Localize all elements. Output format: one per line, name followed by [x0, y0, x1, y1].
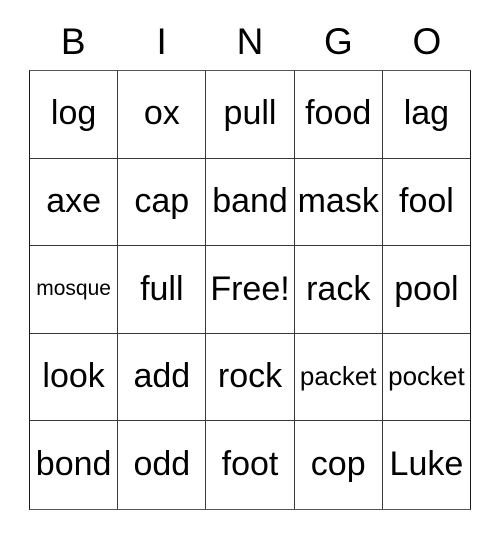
bingo-cell-r5-c3[interactable]: foot	[206, 421, 295, 509]
bingo-cell-label: ox	[143, 94, 180, 133]
bingo-cell-r4-c5[interactable]: pocket	[382, 333, 471, 422]
bingo-cell-label: odd	[133, 445, 191, 484]
bingo-cell-label: band	[212, 182, 288, 221]
bingo-cell-r1-c4[interactable]: food	[294, 71, 383, 159]
bingo-header-letter-i: I	[156, 20, 167, 62]
bingo-cell-r2-c1[interactable]: axe	[30, 158, 119, 247]
bingo-cell-label: packet	[299, 361, 377, 392]
bingo-cell-label: look	[42, 357, 105, 396]
bingo-cell-r5-c1[interactable]: bond	[30, 421, 119, 509]
bingo-cell-label: Free!	[210, 269, 290, 308]
bingo-header-letter-g: G	[324, 20, 353, 62]
bingo-card: B I N G O log ox pull food lag axe cap band mask fool…	[29, 12, 471, 510]
bingo-row: log ox pull food lag	[30, 71, 471, 159]
bingo-cell-label: full	[140, 269, 184, 308]
bingo-cell-label: cap	[134, 182, 190, 221]
bingo-grid: log ox pull food lag axe cap band mask fool mosque…	[29, 70, 471, 510]
bingo-cell-r1-c1[interactable]: log	[30, 71, 119, 159]
bingo-header-letter-n: N	[236, 20, 264, 62]
bingo-cell-label: axe	[46, 182, 102, 221]
bingo-cell-r3-c1[interactable]: mosque	[30, 246, 119, 334]
bingo-cell-r4-c2[interactable]: add	[118, 333, 207, 422]
bingo-cell-label: food	[305, 94, 372, 133]
bingo-cell-label: pull	[223, 94, 277, 133]
bingo-cell-label: fool	[399, 182, 454, 221]
bingo-cell-label: lag	[403, 94, 450, 133]
bingo-cell-label: pool	[394, 269, 459, 308]
bingo-cell-r5-c2[interactable]: odd	[118, 421, 207, 509]
bingo-cell-r1-c3[interactable]: pull	[206, 71, 295, 159]
bingo-free-space-cell[interactable]: Free!	[206, 246, 295, 334]
bingo-cell-r2-c5[interactable]: fool	[382, 158, 471, 247]
bingo-cell-r3-c2[interactable]: full	[118, 246, 207, 334]
bingo-header-letter-o: O	[412, 20, 442, 62]
bingo-row: bond odd foot cop Luke	[30, 421, 471, 509]
bingo-cell-r4-c1[interactable]: look	[30, 333, 119, 422]
bingo-cell-r4-c3[interactable]: rock	[206, 333, 295, 422]
bingo-cell-label: mask	[297, 182, 379, 221]
bingo-cell-label: add	[133, 357, 191, 396]
bingo-cell-label: pocket	[388, 361, 465, 392]
bingo-row: look add rock packet pocket	[30, 333, 471, 422]
bingo-cell-label: rack	[306, 269, 371, 308]
bingo-header-row: BINGO	[29, 12, 471, 70]
bingo-cell-r5-c5[interactable]: Luke	[382, 421, 471, 509]
bingo-cell-r3-c5[interactable]: pool	[382, 246, 471, 334]
bingo-header-letter-b: B	[60, 20, 86, 62]
bingo-cell-r1-c2[interactable]: ox	[118, 71, 207, 159]
bingo-cell-label: Luke	[389, 445, 464, 484]
bingo-row: mosque full Free! rack pool	[30, 246, 471, 334]
bingo-cell-r4-c4[interactable]: packet	[294, 333, 383, 422]
bingo-cell-label: foot	[221, 445, 279, 484]
bingo-cell-label: bond	[35, 445, 112, 484]
bingo-row: axe cap band mask fool	[30, 158, 471, 247]
bingo-cell-r2-c2[interactable]: cap	[118, 158, 207, 247]
bingo-cell-label: mosque	[36, 277, 111, 301]
bingo-cell-r5-c4[interactable]: cop	[294, 421, 383, 509]
bingo-cell-r2-c3[interactable]: band	[206, 158, 295, 247]
bingo-cell-r2-c4[interactable]: mask	[294, 158, 383, 247]
bingo-cell-r1-c5[interactable]: lag	[382, 71, 471, 159]
bingo-cell-r3-c4[interactable]: rack	[294, 246, 383, 334]
bingo-cell-label: cop	[310, 445, 366, 484]
bingo-cell-label: rock	[217, 357, 283, 396]
bingo-cell-label: log	[50, 94, 97, 133]
